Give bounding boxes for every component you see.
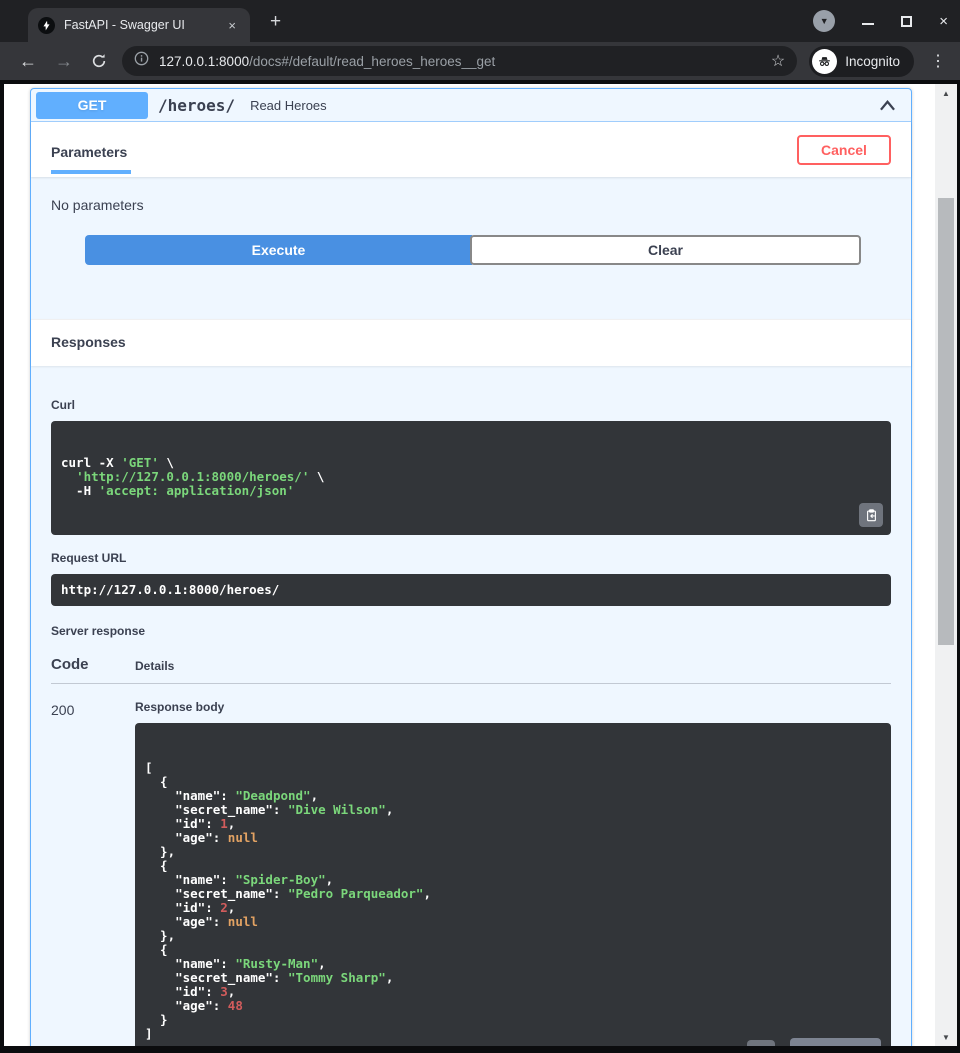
scrollbar-thumb[interactable] [938,198,954,645]
operation-block-get-heroes: GET /heroes/ Read Heroes Parameters Canc… [30,88,912,1046]
bookmark-star-icon[interactable]: ☆ [771,51,785,71]
tab-title: FastAPI - Swagger UI [64,18,224,32]
cancel-button[interactable]: Cancel [797,135,891,165]
operation-path: /heroes/ [158,96,235,115]
back-button[interactable]: ← [10,52,46,70]
site-info-icon[interactable] [134,51,149,71]
scrollbar-down-icon[interactable]: ▼ [935,1030,957,1044]
request-url-label: Request URL [51,551,891,565]
copy-response-button[interactable] [747,1040,775,1047]
parameters-title: Parameters [51,130,131,174]
page-viewport: GET /heroes/ Read Heroes Parameters Canc… [0,80,960,1053]
status-code: 200 [51,700,135,1046]
new-tab-button[interactable]: + [264,9,287,35]
responses-section-header: Responses [31,319,911,366]
execute-button[interactable]: Execute [85,235,472,265]
window-minimize-button[interactable] [862,23,874,25]
method-badge: GET [36,92,148,119]
curl-command: curl -X 'GET' \ 'http://127.0.0.1:8000/h… [51,421,891,535]
page-scrollbar[interactable]: ▲ ▼ [935,84,957,1046]
tab-close-icon[interactable]: × [224,16,240,35]
response-body-label: Response body [135,700,891,714]
operation-summary[interactable]: GET /heroes/ Read Heroes [31,89,911,122]
server-response-label: Server response [51,624,891,638]
browser-tab[interactable]: FastAPI - Swagger UI × [28,8,250,42]
no-parameters-message: No parameters [51,197,891,213]
fastapi-favicon-icon [38,17,55,34]
clear-button[interactable]: Clear [470,235,861,265]
copy-curl-button[interactable] [859,503,883,527]
operation-description: Read Heroes [250,98,327,113]
server-response-row: 200 Response body [ { "name": "Deadpond"… [51,700,891,1046]
swagger-page: GET /heroes/ Read Heroes Parameters Canc… [4,84,935,1046]
reload-button[interactable] [82,53,116,69]
browser-menu-button[interactable]: ⋮ [926,51,950,71]
url-host: 127.0.0.1:8000 [159,54,249,69]
curl-label: Curl [51,398,891,412]
responses-title: Responses [51,334,126,350]
window-maximize-button[interactable] [901,16,912,27]
browser-tab-strip: FastAPI - Swagger UI × + ▼ × [0,0,960,42]
incognito-label: Incognito [845,54,900,69]
forward-button[interactable]: → [46,52,82,70]
parameters-header: Parameters Cancel [31,122,911,177]
incognito-icon [812,49,837,74]
tab-search-caret-icon[interactable]: ▼ [813,10,835,32]
responses-body: Curl curl -X 'GET' \ 'http://127.0.0.1:8… [31,366,911,1046]
window-close-button[interactable]: × [939,14,948,29]
server-response-table-header: Code Details [51,656,891,684]
scrollbar-up-icon[interactable]: ▲ [935,86,957,100]
collapse-chevron-icon[interactable] [874,94,901,117]
parameters-body: No parameters Execute Clear [31,177,911,319]
url-text[interactable]: 127.0.0.1:8000/docs#/default/read_heroes… [159,54,763,69]
request-url-value: http://127.0.0.1:8000/heroes/ [51,574,891,606]
response-body-json: [ { "name": "Deadpond", "secret_name": "… [135,723,891,1046]
code-column-header: Code [51,656,135,673]
url-path: /docs#/default/read_heroes_heroes__get [249,54,495,69]
download-button[interactable]: Download [790,1038,881,1046]
address-bar[interactable]: 127.0.0.1:8000/docs#/default/read_heroes… [122,46,797,76]
details-column-header: Details [135,659,174,673]
incognito-badge: Incognito [809,46,914,77]
browser-toolbar: ← → 127.0.0.1:8000/docs#/default/read_he… [0,42,960,80]
